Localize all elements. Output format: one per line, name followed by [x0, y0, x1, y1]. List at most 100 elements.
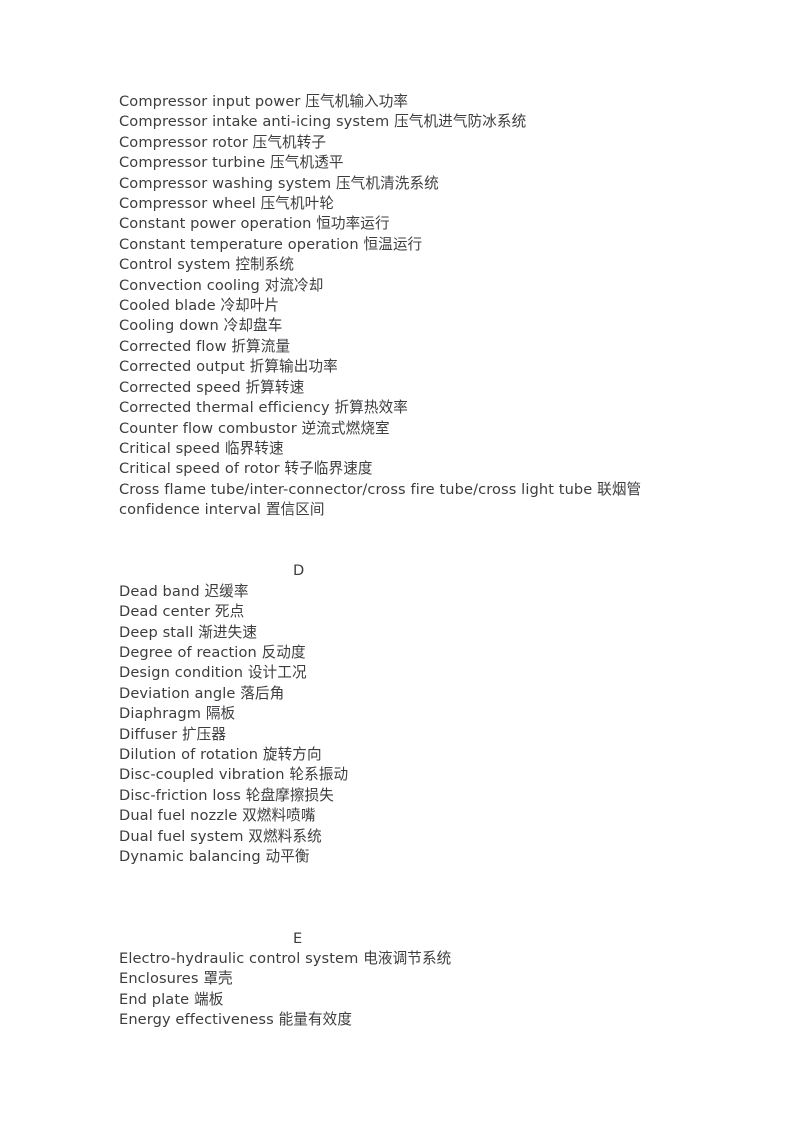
glossary-entry: Compressor input power 压气机输入功率: [119, 92, 719, 112]
glossary-entry: Constant power operation 恒功率运行: [119, 214, 719, 234]
glossary-entry: Corrected output 折算输出功率: [119, 357, 719, 377]
entry-term-zh: 转子临界速度: [284, 460, 373, 478]
entry-term-en: Critical speed of rotor: [119, 460, 280, 478]
entry-term-zh: 恒温运行: [363, 235, 423, 253]
entry-term-zh: 冷却盘车: [223, 317, 283, 335]
entry-term-en: Deviation angle: [119, 684, 236, 702]
entry-term-en: Cross flame tube/inter-connector/cross f…: [119, 480, 593, 498]
entry-term-en: Convection cooling: [119, 276, 260, 294]
glossary-entry: Enclosures 罩壳: [119, 969, 719, 989]
entry-term-en: Cooling down: [119, 317, 219, 335]
entry-term-zh: 轮系振动: [289, 766, 349, 784]
entry-term-zh: 压气机透平: [270, 154, 344, 172]
entry-term-zh: 压气机清洗系统: [335, 174, 439, 192]
glossary-entry: Corrected thermal efficiency 折算热效率: [119, 398, 719, 418]
entry-term-en: Dual fuel nozzle: [119, 807, 238, 825]
entry-term-zh: 隔板: [205, 705, 236, 723]
entry-term-zh: 罩壳: [203, 970, 233, 988]
entry-term-en: Dead band: [119, 582, 200, 600]
glossary-entry: Counter flow combustor 逆流式燃烧室: [119, 419, 719, 439]
glossary-entry: Dilution of rotation 旋转方向: [119, 745, 719, 765]
document-page: Compressor input power 压气机输入功率 Compressor…: [0, 0, 794, 1123]
glossary-entry: Diffuser 扩压器: [119, 725, 719, 745]
glossary-entry: Disc-coupled vibration 轮系振动: [119, 765, 719, 785]
entry-term-en: Compressor washing system: [119, 174, 332, 192]
glossary-entry: Cooling down 冷却盘车: [119, 316, 719, 336]
glossary-entry: Deep stall 渐进失速: [119, 623, 719, 643]
glossary-entry: Compressor turbine 压气机透平: [119, 153, 719, 173]
entry-term-en: Corrected flow: [119, 337, 227, 355]
entry-term-zh: 对流冷却: [264, 276, 324, 294]
entry-term-en: Degree of reaction: [119, 643, 257, 661]
glossary-entry: confidence interval 置信区间: [119, 500, 719, 520]
entry-term-en: Compressor intake anti-icing system: [119, 113, 390, 131]
entry-term-en: Diffuser: [119, 725, 178, 743]
entry-term-zh: 渐进失速: [198, 623, 258, 641]
entry-term-en: Compressor wheel: [119, 195, 256, 213]
glossary-entry: Compressor wheel 压气机叶轮: [119, 194, 719, 214]
glossary-entry: Compressor washing system 压气机清洗系统: [119, 174, 719, 194]
entry-term-zh: 压气机转子: [252, 133, 327, 151]
entry-term-zh: 旋转方向: [262, 745, 322, 763]
glossary-entry: Deviation angle 落后角: [119, 684, 719, 704]
entry-term-en: Design condition: [119, 664, 244, 682]
entry-term-zh: 迟缓率: [204, 582, 249, 600]
entry-term-en: Diaphragm: [119, 705, 202, 723]
entry-term-en: Disc-friction loss: [119, 786, 241, 804]
entry-term-zh: 压气机叶轮: [260, 195, 335, 213]
glossary-entry: Dead center 死点: [119, 602, 719, 622]
entry-term-en: Critical speed: [119, 439, 221, 457]
glossary-entry: Compressor intake anti-icing system 压气机进…: [119, 112, 719, 132]
entry-term-en: Constant power operation: [119, 215, 312, 233]
entry-term-zh: 设计工况: [247, 664, 307, 682]
entry-term-zh: 双燃料系统: [248, 827, 322, 845]
glossary-entry: Corrected speed 折算转速: [119, 378, 719, 398]
glossary-entry: Dead band 迟缓率: [119, 582, 719, 602]
entry-term-zh: 落后角: [240, 684, 285, 702]
entry-term-en: Enclosures: [119, 970, 199, 988]
entry-term-zh: 压气机进气防冰系统: [394, 113, 527, 131]
entry-term-en: Cooled blade: [119, 297, 216, 315]
entry-term-en: confidence interval: [119, 501, 262, 519]
entry-term-zh: 控制系统: [235, 256, 295, 274]
entry-term-zh: 动平衡: [265, 848, 310, 866]
entry-term-en: Electro-hydraulic control system: [119, 950, 359, 968]
glossary-entry: Dual fuel nozzle 双燃料喷嘴: [119, 806, 719, 826]
glossary-entry: Control system 控制系统: [119, 255, 719, 275]
entry-term-en: Dual fuel system: [119, 827, 244, 845]
entry-term-zh: 折算输出功率: [249, 358, 338, 376]
section-letter-e: E: [293, 929, 303, 947]
entry-term-zh: 电液调节系统: [363, 950, 452, 968]
glossary-entry: Energy effectiveness 能量有效度: [119, 1010, 719, 1030]
glossary-entry: Convection cooling 对流冷却: [119, 276, 719, 296]
glossary-entry: Diaphragm 隔板: [119, 704, 719, 724]
entry-term-zh: 临界转速: [224, 439, 284, 457]
entry-term-zh: 折算流量: [231, 337, 291, 355]
entry-term-zh: 逆流式燃烧室: [301, 419, 390, 437]
entry-term-en: Corrected output: [119, 358, 245, 376]
entry-term-zh: 冷却叶片: [220, 297, 280, 315]
glossary-entry: Constant temperature operation 恒温运行: [119, 235, 719, 255]
entry-term-en: Dead center: [119, 603, 211, 621]
entry-term-en: Energy effectiveness: [119, 1011, 274, 1029]
entry-term-zh: 反动度: [261, 643, 306, 661]
entry-term-zh: 双燃料喷嘴: [242, 807, 316, 825]
entry-term-zh: 折算热效率: [334, 399, 409, 417]
glossary-entry: Critical speed of rotor 转子临界速度: [119, 459, 719, 479]
entry-term-zh: 折算转速: [245, 378, 305, 396]
glossary-entry: Electro-hydraulic control system 电液调节系统: [119, 949, 719, 969]
glossary-entry: Dynamic balancing 动平衡: [119, 847, 719, 867]
glossary-entry: Critical speed 临界转速: [119, 439, 719, 459]
glossary-content: Compressor input power 压气机输入功率 Compressor…: [119, 92, 719, 1031]
entry-term-en: Deep stall: [119, 623, 194, 641]
entry-term-zh: 置信区间: [265, 501, 325, 519]
entry-term-zh: 轮盘摩擦损失: [245, 786, 334, 804]
entry-term-en: Compressor turbine: [119, 154, 266, 172]
entry-term-zh: 联烟管: [597, 480, 642, 498]
entry-term-en: End plate: [119, 990, 190, 1008]
glossary-entry: End plate 端板: [119, 990, 719, 1010]
entry-term-en: Constant temperature operation: [119, 235, 359, 253]
entry-term-zh: 压气机输入功率: [305, 93, 409, 110]
entry-term-en: Dynamic balancing: [119, 848, 261, 866]
entry-term-zh: 端板: [194, 990, 224, 1008]
